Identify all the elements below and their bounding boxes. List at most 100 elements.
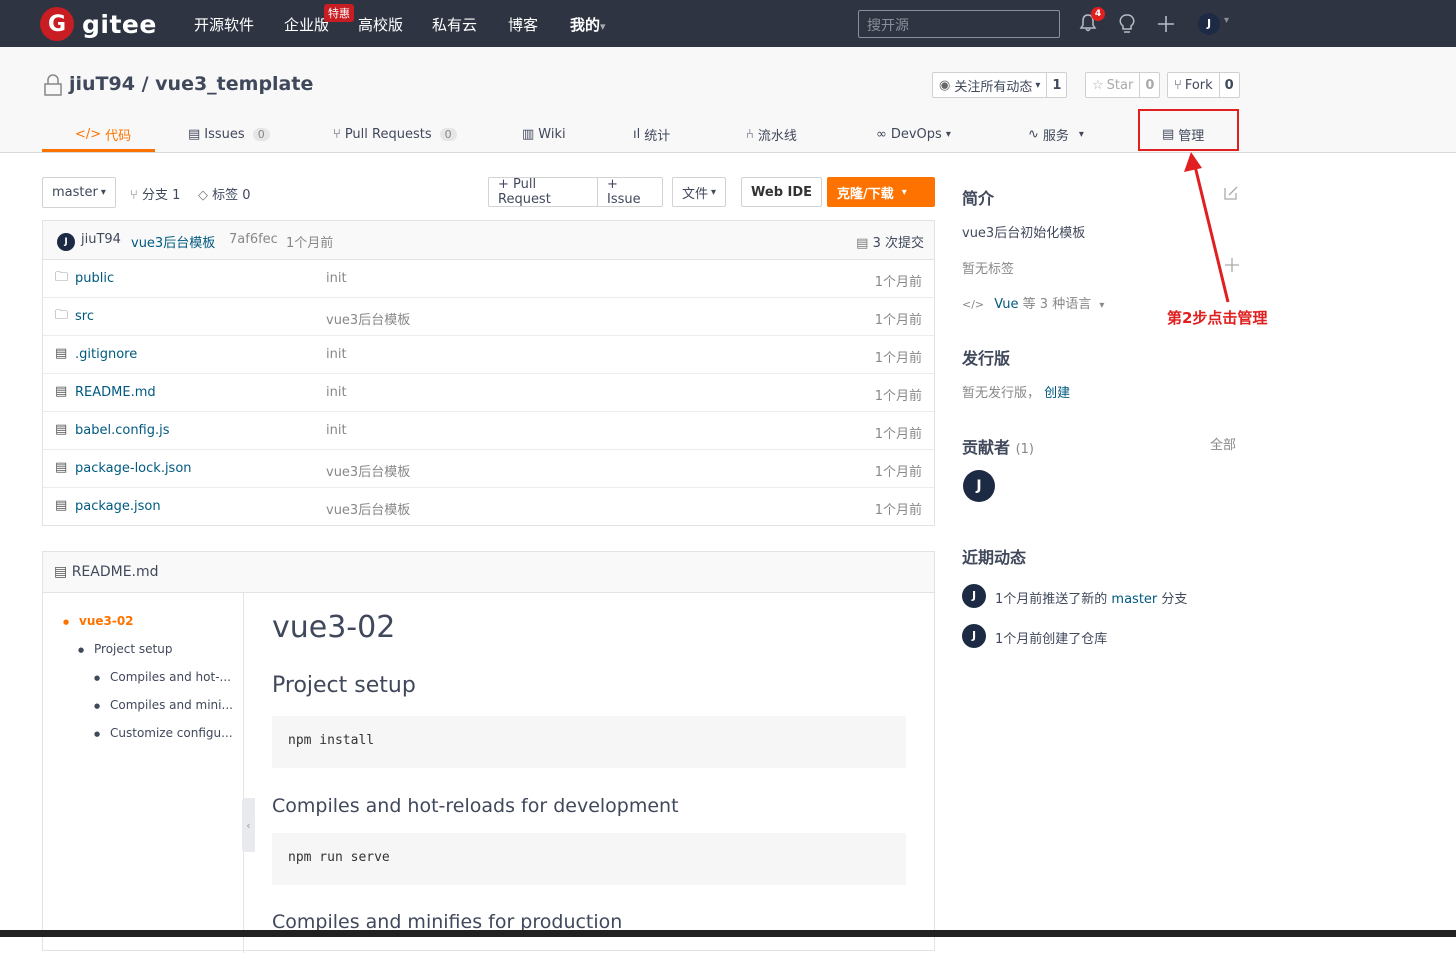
tab-stats[interactable]: ıl 统计 [633, 122, 670, 146]
nav-enterprise[interactable]: 企业版 [284, 14, 329, 35]
tab-pull-requests[interactable]: ⑂ Pull Requests 0 [333, 122, 457, 146]
file-name-link[interactable]: public [75, 271, 114, 286]
commit-author-link[interactable]: jiuT94 [81, 232, 121, 247]
file-icon: ▤ [55, 422, 68, 437]
toc-collapse-toggle[interactable]: ‹ [242, 798, 255, 852]
file-row-readme[interactable]: ▤ README.md init 1个月前 [43, 374, 934, 412]
file-commit-message[interactable]: init [326, 271, 347, 286]
repo-name-link[interactable]: vue3_template [155, 73, 313, 95]
file-name-link[interactable]: .gitignore [75, 347, 137, 362]
chevron-down-icon: ▾ [945, 128, 951, 140]
star-count[interactable]: 0 [1140, 78, 1159, 93]
activity-avatar[interactable]: J [962, 584, 986, 608]
tab-issues-count: 0 [252, 127, 270, 141]
nav-blog[interactable]: 博客 [508, 14, 538, 35]
languages-link[interactable]: Vue [994, 297, 1018, 312]
intro-title: 简介 [962, 189, 995, 208]
file-row-gitignore[interactable]: ▤ .gitignore init 1个月前 [43, 336, 934, 374]
chevron-down-icon: ▾ [600, 20, 606, 33]
nav-open-source[interactable]: 开源软件 [194, 14, 254, 35]
nav-education[interactable]: 高校版 [358, 14, 403, 35]
file-commit-message[interactable]: vue3后台模板 [326, 499, 410, 518]
web-ide-button[interactable]: Web IDE [741, 177, 823, 207]
file-commit-time: 1个月前 [874, 465, 922, 480]
repo-owner-link[interactable]: jiuT94 [69, 73, 135, 95]
branches-link[interactable]: ⑂ 分支 1 [130, 184, 180, 203]
gitee-logo[interactable]: G gitee [40, 7, 157, 41]
file-name-link[interactable]: src [75, 309, 94, 324]
new-issue-button[interactable]: + Issue [597, 177, 663, 207]
clone-download-button[interactable]: 克隆/下载 ▾ [827, 177, 935, 207]
new-pull-request-button[interactable]: + Pull Request [488, 177, 598, 207]
file-name-link[interactable]: package.json [75, 499, 161, 514]
commit-hash-link[interactable]: 7af6fec [229, 232, 278, 247]
pipeline-icon: ⑃ [746, 126, 754, 142]
languages-row[interactable]: </> Vue 等 3 种语言 ▾ [962, 293, 1104, 312]
contributor-avatar[interactable]: J [963, 470, 995, 502]
files-dropdown[interactable]: 文件 ▾ [672, 177, 727, 207]
commit-count-link[interactable]: ▤ 3 次提交 [856, 232, 924, 251]
watch-button[interactable]: ◉ 关注所有动态 ▾ 1 [932, 72, 1068, 98]
tab-devops[interactable]: ∞ DevOps ▾ [876, 122, 951, 146]
file-row-package-lock[interactable]: ▤ package-lock.json vue3后台模板 1个月前 [43, 450, 934, 488]
file-name-link[interactable]: README.md [75, 385, 156, 400]
user-avatar[interactable]: J [1198, 13, 1220, 35]
nav-private-cloud[interactable]: 私有云 [432, 14, 477, 35]
search-input[interactable]: 搜开源 [858, 10, 1060, 38]
commit-message-link[interactable]: vue3后台模板 [131, 232, 215, 251]
watch-count[interactable]: 1 [1047, 78, 1066, 93]
activity-branch-link[interactable]: master [1111, 592, 1157, 607]
chevron-down-icon: ▾ [711, 186, 717, 198]
tab-issues[interactable]: ▤ Issues 0 [188, 122, 270, 146]
all-contributors-link[interactable]: 全部 [1210, 434, 1236, 453]
nav-mine-label: 我的 [570, 16, 601, 34]
branch-icon: ⑂ [130, 188, 138, 203]
toc-item[interactable]: Customize configu... [94, 726, 233, 743]
lightbulb-icon[interactable] [1118, 13, 1136, 35]
nav-mine[interactable]: 我的▾ [570, 14, 606, 35]
file-icon: ▤ [55, 384, 68, 399]
plus-icon[interactable] [1157, 15, 1175, 33]
tags-link[interactable]: ◇ 标签 0 [198, 184, 251, 203]
code-icon: </> [75, 126, 102, 142]
branch-select[interactable]: master ▾ [42, 177, 116, 208]
star-button[interactable]: ☆ Star 0 [1085, 72, 1161, 98]
stats-icon: ıl [633, 126, 641, 142]
file-name-link[interactable]: babel.config.js [75, 423, 170, 438]
chevron-down-icon[interactable]: ▾ [1224, 15, 1229, 26]
tab-service[interactable]: ∿ 服务 ▾ [1028, 122, 1084, 146]
file-commit-message[interactable]: vue3后台模板 [326, 309, 410, 328]
commit-author-avatar[interactable]: J [57, 233, 75, 251]
tab-pipeline[interactable]: ⑃ 流水线 [746, 122, 797, 146]
files-dropdown-label: 文件 [682, 186, 709, 202]
tab-code[interactable]: </> 代码 [75, 122, 131, 146]
fork-button[interactable]: ⑂ Fork 0 [1167, 72, 1240, 98]
file-name-link[interactable]: package-lock.json [75, 461, 192, 476]
tab-wiki[interactable]: ▥ Wiki [522, 122, 566, 146]
file-commit-message[interactable]: init [326, 423, 347, 438]
activity-item: 1个月前创建了仓库 [995, 632, 1108, 647]
file-commit-message[interactable]: init [326, 385, 347, 400]
file-row-package-json[interactable]: ▤ package.json vue3后台模板 1个月前 [43, 488, 934, 526]
file-row-public[interactable]: 🗀 public init 1个月前 [43, 260, 934, 298]
create-release-link[interactable]: 创建 [1044, 386, 1070, 401]
watch-label-text: 关注所有动态 [954, 79, 1033, 95]
file-commit-time: 1个月前 [874, 503, 922, 518]
eye-icon: ◉ [939, 77, 951, 93]
service-icon: ∿ [1028, 126, 1039, 142]
contributors-title-text: 贡献者 [962, 438, 1011, 457]
star-icon: ☆ [1092, 77, 1104, 93]
file-commit-message[interactable]: vue3后台模板 [326, 461, 410, 480]
toc-item[interactable]: vue3-02 [63, 614, 133, 631]
fork-count[interactable]: 0 [1220, 78, 1239, 93]
file-icon: ▤ [54, 564, 68, 580]
chevron-down-icon: ▾ [1099, 300, 1105, 311]
activity-avatar[interactable]: J [962, 624, 986, 648]
toc-item[interactable]: Compiles and hot-... [94, 670, 231, 687]
toc-item[interactable]: Project setup [78, 642, 173, 659]
file-row-src[interactable]: 🗀 src vue3后台模板 1个月前 [43, 298, 934, 336]
file-commit-message[interactable]: init [326, 347, 347, 362]
file-commit-time: 1个月前 [874, 389, 922, 404]
file-row-babel-config[interactable]: ▤ babel.config.js init 1个月前 [43, 412, 934, 450]
toc-item[interactable]: Compiles and mini... [94, 698, 233, 715]
